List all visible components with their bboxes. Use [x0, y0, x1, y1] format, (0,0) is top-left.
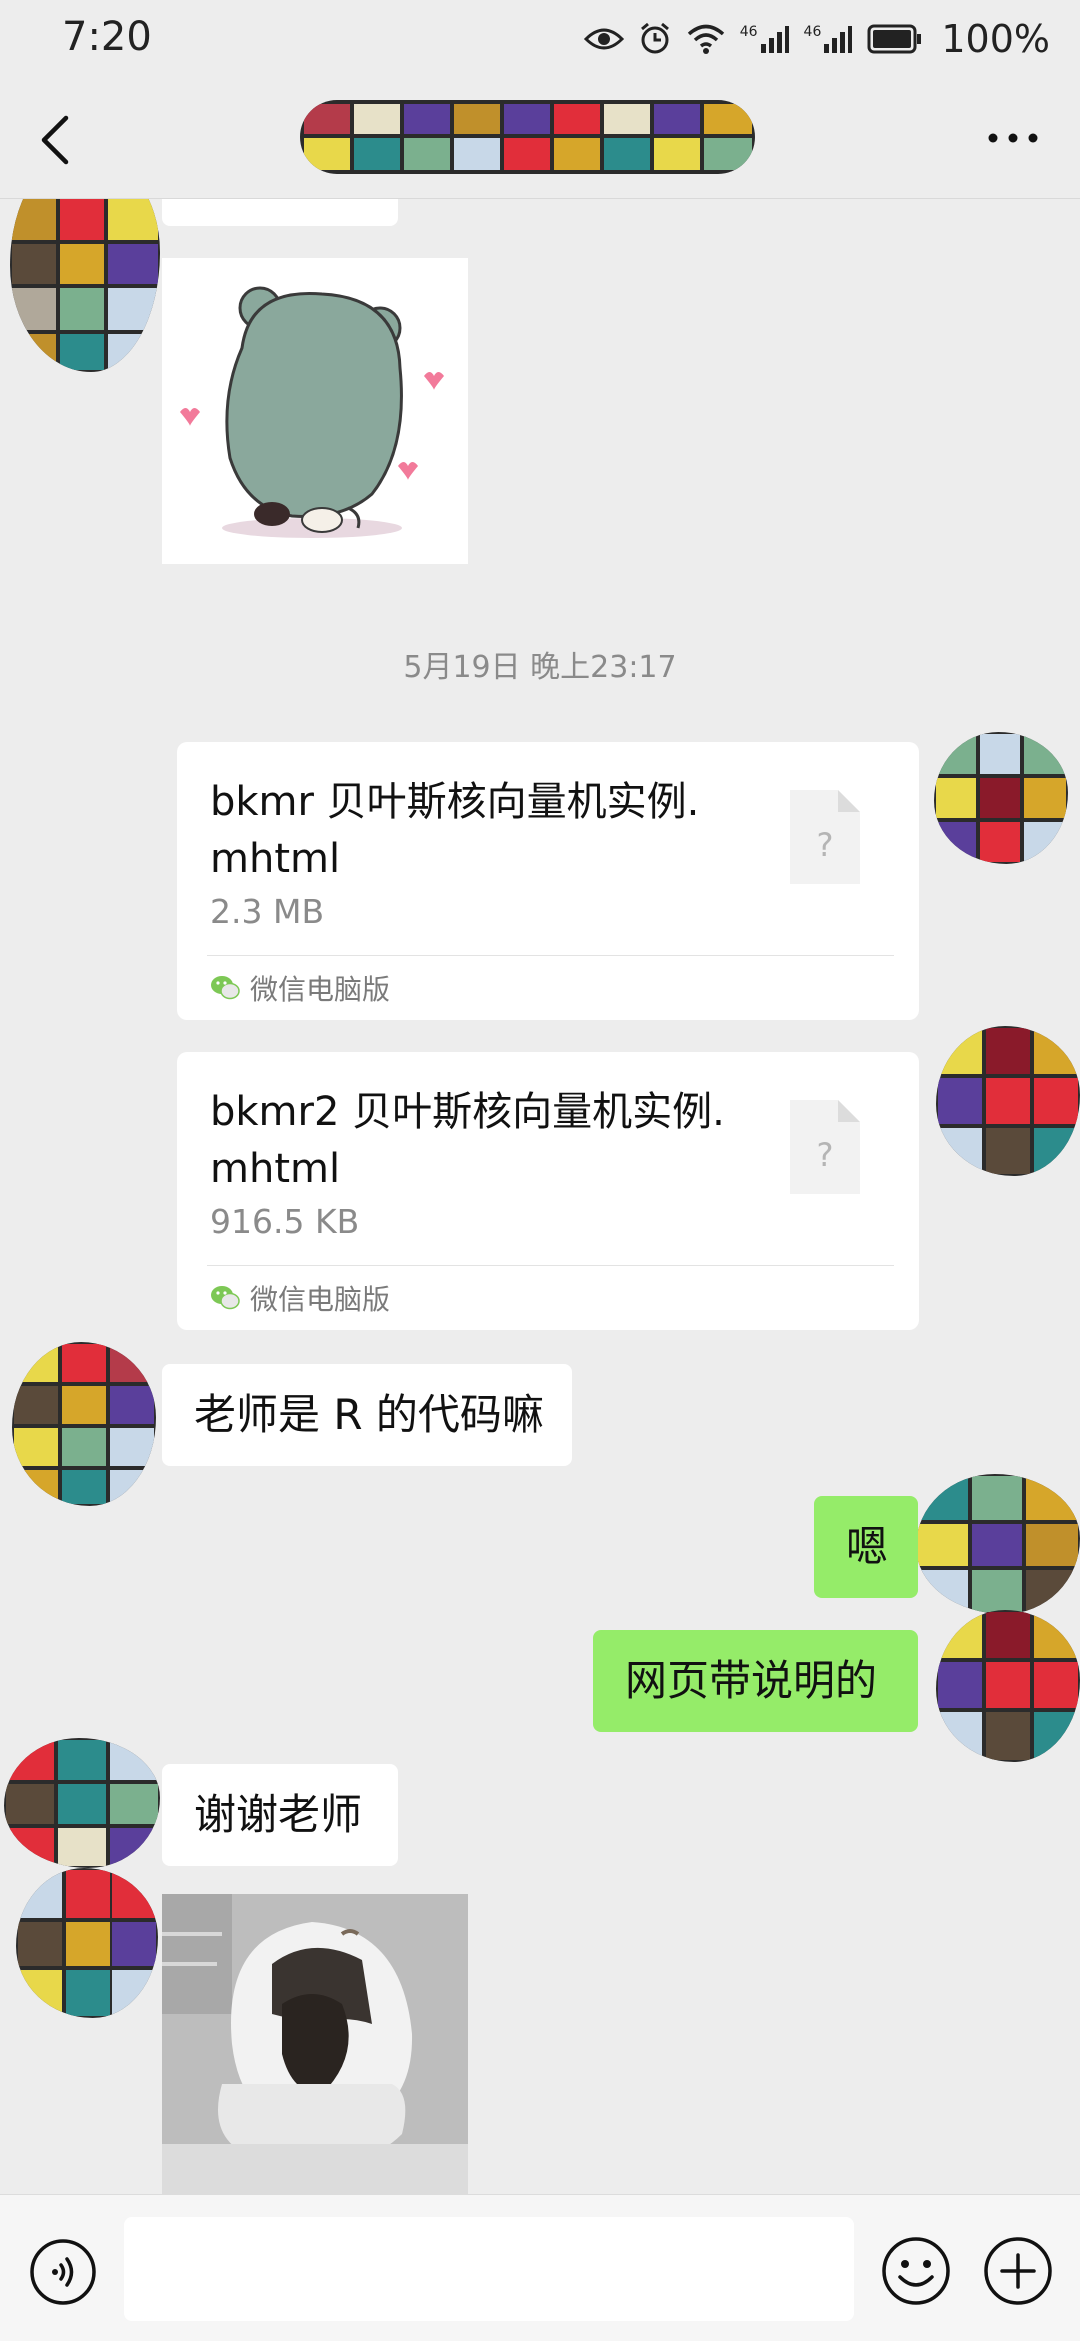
divider: [207, 955, 894, 956]
avatar-contact[interactable]: [4, 1738, 160, 1868]
file-size: 2.3 MB: [210, 892, 325, 931]
file-name: bkmr 贝叶斯核向量机实例.mhtml: [210, 779, 700, 882]
signal-2-label: 46: [803, 24, 822, 40]
wechat-icon: [211, 976, 240, 1000]
eye-icon: [583, 28, 624, 50]
message-input-bar: [0, 2194, 1080, 2341]
file-source-label: 微信电脑版: [250, 1283, 391, 1316]
file-message-card[interactable]: bkmr 贝叶斯核向量机实例.mhtml 2.3 MB ? 微信电脑版: [177, 742, 919, 1020]
signal-2: 46: [804, 24, 854, 54]
battery-icon: [867, 24, 922, 54]
file-source-label: 微信电脑版: [250, 973, 391, 1006]
avatar-contact[interactable]: [12, 1342, 156, 1506]
avatar-contact[interactable]: [16, 1868, 158, 2018]
sticker-rabbit-image[interactable]: [162, 1894, 468, 2194]
voice-input-icon[interactable]: [28, 2237, 98, 2307]
file-name: bkmr2 贝叶斯核向量机实例.mhtml: [210, 1089, 725, 1192]
divider: [207, 1265, 894, 1266]
signal-1: 46: [740, 24, 790, 54]
message-bubble-sent[interactable]: 网页带说明的: [593, 1630, 918, 1732]
status-icons: 46 46 100%: [583, 14, 1050, 64]
file-source: 微信电脑版: [210, 1278, 390, 1318]
back-icon[interactable]: [36, 112, 76, 168]
chat-header: [0, 78, 1080, 199]
file-size: 916.5 KB: [210, 1202, 360, 1241]
sticker-bear-image[interactable]: [162, 258, 468, 564]
avatar-self[interactable]: [916, 1474, 1080, 1614]
battery-percent: 100%: [941, 17, 1050, 61]
message-bubble-cut: [162, 198, 398, 226]
wechat-icon: [211, 1286, 240, 1310]
plus-icon[interactable]: [982, 2235, 1054, 2307]
message-text: 网页带说明的: [625, 1656, 878, 1705]
alarm-icon: [640, 22, 669, 54]
chat-title-redacted: [300, 100, 755, 174]
message-bubble-received[interactable]: 老师是 R 的代码嘛: [162, 1364, 572, 1466]
avatar-self[interactable]: [934, 732, 1068, 864]
file-source: 微信电脑版: [210, 968, 390, 1008]
status-bar: 7:20 46 46 100%: [0, 0, 1080, 78]
more-options-icon[interactable]: [986, 128, 1040, 148]
message-input[interactable]: [124, 2217, 854, 2321]
emoji-icon[interactable]: [880, 2235, 952, 2307]
svg-text:?: ?: [817, 826, 834, 864]
unknown-file-icon: ?: [790, 790, 860, 884]
avatar-contact[interactable]: [10, 198, 160, 372]
message-text: 谢谢老师: [194, 1790, 363, 1839]
message-bubble-sent[interactable]: 嗯: [814, 1496, 918, 1598]
svg-text:?: ?: [817, 1136, 834, 1174]
signal-bars-icon: [824, 26, 853, 53]
message-text: 老师是 R 的代码嘛: [194, 1390, 544, 1439]
message-bubble-received[interactable]: 谢谢老师: [162, 1764, 398, 1866]
chat-message-list[interactable]: 5月19日 晚上23:17 bkmr 贝叶斯核向量机实例.mhtml 2.3 M…: [0, 198, 1080, 2194]
message-text: 嗯: [846, 1522, 889, 1571]
avatar-self[interactable]: [936, 1026, 1080, 1176]
unknown-file-icon: ?: [790, 1100, 860, 1194]
wifi-icon: [687, 24, 724, 54]
status-time: 7:20: [62, 14, 152, 60]
avatar-self[interactable]: [936, 1610, 1080, 1762]
signal-bars-icon: [760, 26, 789, 53]
message-timestamp: 5月19日 晚上23:17: [403, 650, 677, 685]
file-message-card[interactable]: bkmr2 贝叶斯核向量机实例.mhtml 916.5 KB ? 微信电脑版: [177, 1052, 919, 1330]
signal-1-label: 46: [739, 24, 758, 40]
